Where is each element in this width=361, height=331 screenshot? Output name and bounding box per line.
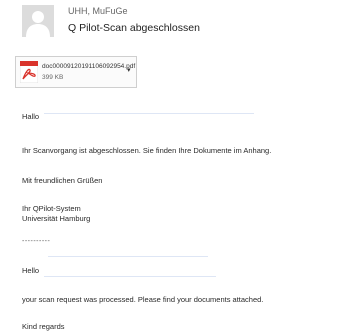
attachment-size: 399 KB — [42, 74, 64, 81]
signature-line-2: Universität Hamburg — [22, 214, 91, 223]
underline-artifact — [44, 276, 216, 277]
faint-artifact-2 — [48, 256, 208, 257]
greeting-en: Hello — [22, 266, 40, 275]
closing-de: Mit freundlichen Grüßen — [22, 176, 103, 185]
sender-name[interactable]: UHH, MuFuGe — [68, 6, 128, 16]
message-text-de: Ihr Scanvorgang ist abgeschlossen. Sie f… — [22, 146, 272, 155]
greeting-de: Hallo — [22, 112, 40, 121]
message-text-en: your scan request was processed. Please … — [22, 295, 264, 304]
person-icon — [22, 5, 54, 37]
separator: ---------- — [22, 238, 51, 245]
signature-line-1: Ihr QPilot-System — [22, 204, 81, 213]
email-subject: Q Pilot-Scan abgeschlossen — [68, 22, 200, 34]
email-header: UHH, MuFuGe Q Pilot-Scan abgeschlossen — [0, 0, 361, 52]
faint-artifact — [44, 113, 254, 114]
closing-en: Kind regards — [22, 322, 65, 331]
avatar[interactable] — [22, 5, 54, 37]
attachment-filename: doc00009120191106092954.pdf — [42, 63, 136, 70]
chevron-down-icon[interactable]: ▾ — [127, 66, 131, 74]
pdf-icon — [19, 60, 39, 84]
attachment-card[interactable]: doc00009120191106092954.pdf 399 KB ▾ — [15, 56, 137, 88]
